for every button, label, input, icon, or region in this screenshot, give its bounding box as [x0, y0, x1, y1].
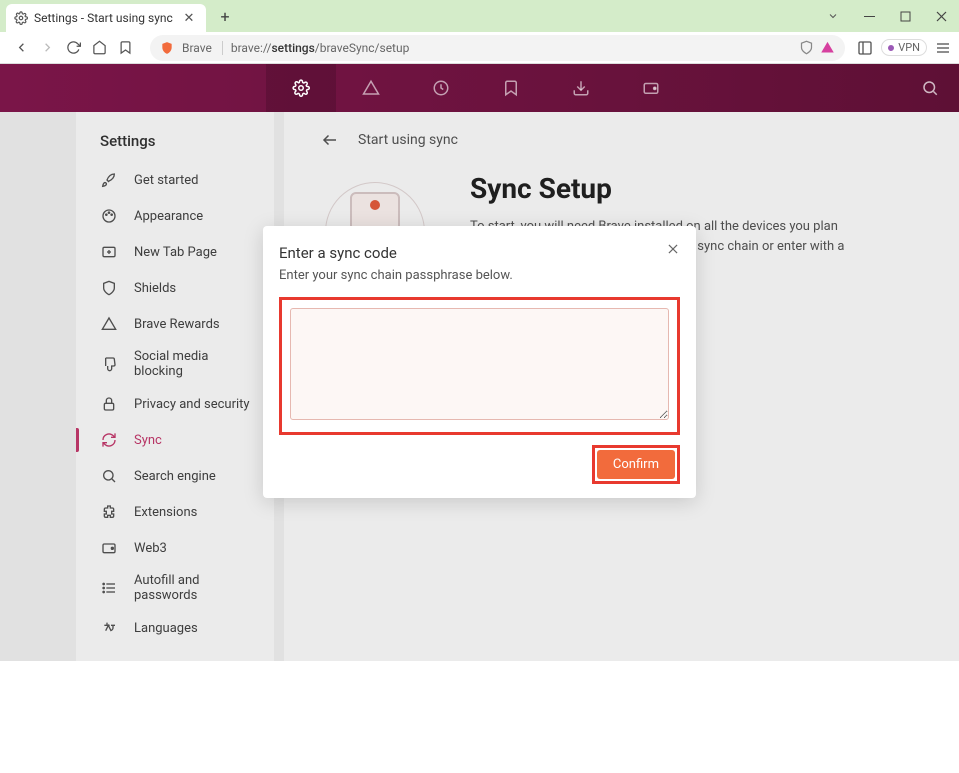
confirm-highlight: Confirm [592, 445, 680, 484]
browser-toolbar: Brave brave://settings/braveSync/setup V… [0, 32, 959, 64]
iconbar-rewards[interactable] [336, 64, 406, 112]
url-path-rest: /braveSync/setup [315, 41, 410, 55]
bookmark-button[interactable] [112, 35, 138, 61]
iconbar-settings[interactable] [266, 64, 336, 112]
close-window-button[interactable] [923, 0, 959, 32]
urlbar-right [799, 40, 835, 55]
minimize-button[interactable] [851, 0, 887, 32]
sync-code-highlight [279, 297, 680, 435]
vpn-badge[interactable]: VPN [881, 39, 927, 56]
tab-dropdown-icon[interactable] [815, 0, 851, 32]
iconbar-bookmarks[interactable] [476, 64, 546, 112]
modal-close-button[interactable] [664, 240, 682, 258]
brave-rewards-icon[interactable] [820, 40, 835, 55]
maximize-button[interactable] [887, 0, 923, 32]
new-tab-button[interactable]: + [212, 3, 238, 29]
reload-button[interactable] [60, 35, 86, 61]
modal-actions: Confirm [279, 445, 680, 484]
browser-tab[interactable]: Settings - Start using sync ✕ [6, 4, 206, 32]
vpn-status-dot [888, 45, 894, 51]
url-path-bold: settings [271, 41, 314, 55]
brave-shield-icon [160, 41, 174, 55]
iconbar-downloads[interactable] [546, 64, 616, 112]
url-divider [222, 41, 223, 55]
home-button[interactable] [86, 35, 112, 61]
sidebar-toggle-icon[interactable] [857, 40, 873, 56]
vpn-label: VPN [898, 41, 920, 54]
back-button[interactable] [8, 35, 34, 61]
url-bar[interactable]: Brave brave://settings/braveSync/setup [150, 35, 845, 61]
shield-icon[interactable] [799, 40, 814, 55]
menu-button[interactable] [935, 40, 951, 56]
iconbar-history[interactable] [406, 64, 476, 112]
close-icon[interactable]: ✕ [182, 11, 196, 25]
toolbar-right: VPN [857, 39, 951, 56]
confirm-button[interactable]: Confirm [597, 450, 675, 479]
top-icon-bar [0, 64, 959, 112]
sync-code-modal: Enter a sync code Enter your sync chain … [263, 226, 696, 498]
iconbar-wallet[interactable] [616, 64, 686, 112]
gear-icon [14, 11, 28, 25]
modal-title: Enter a sync code [279, 244, 680, 262]
sync-code-input[interactable] [290, 308, 669, 420]
window-controls [815, 0, 959, 32]
window-titlebar: Settings - Start using sync ✕ + [0, 0, 959, 32]
forward-button[interactable] [34, 35, 60, 61]
url-scheme: brave:// [231, 41, 272, 55]
modal-subtitle: Enter your sync chain passphrase below. [279, 268, 680, 283]
tab-title: Settings - Start using sync [34, 11, 182, 25]
url-brand: Brave [182, 41, 212, 55]
iconbar-search[interactable] [921, 79, 939, 97]
